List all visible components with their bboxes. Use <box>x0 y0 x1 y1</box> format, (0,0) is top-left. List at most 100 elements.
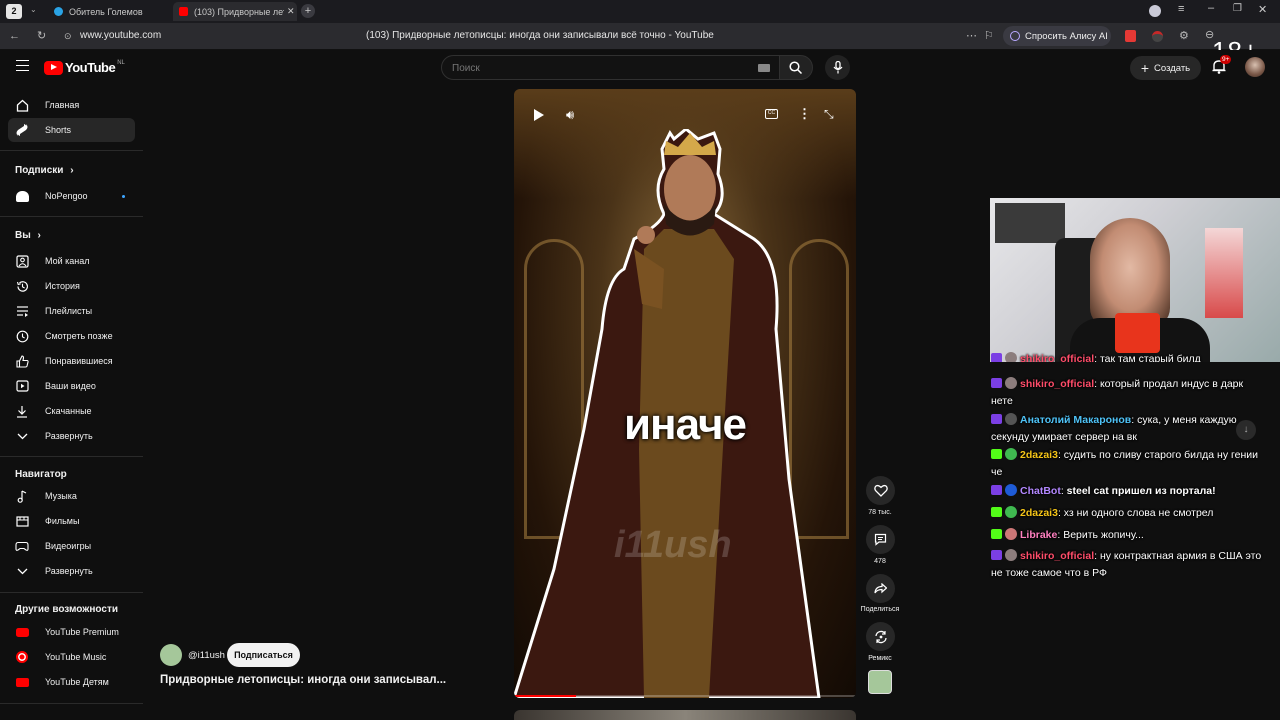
sidebar-item-home[interactable]: Главная <box>8 93 135 117</box>
sidebar-item-youtube-premium[interactable]: YouTube Premium <box>8 620 135 644</box>
extension-icon[interactable] <box>1125 30 1136 42</box>
short-title[interactable]: Придворные летописцы: иногда они записыв… <box>160 674 446 686</box>
menu-icon[interactable]: ≡ <box>1178 3 1184 15</box>
video-progress-fill <box>514 695 576 697</box>
tabs-dropdown-icon[interactable]: ⌄ <box>30 5 37 14</box>
share-button[interactable] <box>866 574 895 603</box>
next-short-preview[interactable] <box>514 710 856 720</box>
sidebar-divider <box>0 150 143 151</box>
maximize-icon[interactable]: ❐ <box>1233 3 1242 14</box>
close-icon[interactable]: ✕ <box>287 6 295 17</box>
sidebar-item-games[interactable]: Видеоигры <box>8 534 135 558</box>
remix-icon <box>874 630 887 643</box>
sidebar-item-expand[interactable]: Развернуть <box>8 424 135 448</box>
sidebar-item-label: Понравившиеся <box>45 356 113 366</box>
youtube-favicon-icon <box>179 7 188 16</box>
sidebar-item-label: Смотреть позже <box>45 331 113 341</box>
sidebar-item-label: Скачанные <box>45 406 92 416</box>
sidebar-item-label: Shorts <box>45 125 72 135</box>
sidebar-item-nopengoo[interactable]: NoPengoo <box>8 184 135 208</box>
microphone-icon <box>833 61 842 74</box>
chat-message: 2dazai3: судить по сливу старого билда н… <box>991 448 1258 478</box>
create-button[interactable]: + Создать <box>1130 56 1201 80</box>
extension-icon[interactable] <box>1152 31 1163 42</box>
sidebar-item-history[interactable]: История <box>8 274 135 298</box>
you-heading[interactable]: Вы › <box>15 230 41 241</box>
chat-message: 2dazai3: хз ни одного слова не смотрел <box>991 505 1266 522</box>
video-progress-bar[interactable] <box>514 695 856 697</box>
more-icon[interactable]: ⋯ <box>966 30 977 42</box>
sidebar-divider <box>0 592 143 593</box>
sidebar-item-films[interactable]: Фильмы <box>8 509 135 533</box>
volume-icon[interactable]: 🔊︎ <box>566 107 574 123</box>
tab-counter[interactable]: 2 <box>6 4 22 19</box>
sidebar-item-expand[interactable]: Развернуть <box>8 559 135 583</box>
sidebar-item-label: Видеоигры <box>45 541 92 551</box>
fullscreen-icon[interactable]: ⤡ <box>824 107 834 122</box>
youtube-logo[interactable]: YouTube NL <box>44 60 125 75</box>
tab-title: Обитель Големов <box>69 6 143 17</box>
tab-golems[interactable]: Обитель Големов <box>48 2 168 21</box>
gamepad-icon <box>15 539 29 553</box>
live-badge-icon <box>991 353 1002 362</box>
remix-button[interactable] <box>866 622 895 651</box>
search-button[interactable] <box>779 55 813 80</box>
profile-icon[interactable] <box>1149 5 1161 17</box>
chat-message: ChatBot: steel cat пришел из портала! <box>991 483 1266 500</box>
search-box[interactable] <box>441 55 781 80</box>
webcam-microphone <box>1115 313 1160 353</box>
chat-message: shikiro_official: который продал индус в… <box>991 377 1244 407</box>
sidebar-item-downloads[interactable]: Скачанные <box>8 399 135 423</box>
play-button[interactable] <box>534 109 544 121</box>
channel-handle[interactable]: @i11ush <box>188 650 225 661</box>
like-button[interactable] <box>866 476 895 505</box>
search-input[interactable] <box>452 61 742 75</box>
more-options-icon[interactable]: ⋮ <box>798 106 811 122</box>
account-avatar[interactable] <box>1245 57 1265 77</box>
live-badge-icon <box>991 414 1002 424</box>
chevron-down-icon <box>15 429 29 443</box>
share-label: Поделиться <box>860 606 900 613</box>
youtube-logo-text: YouTube <box>65 60 116 75</box>
new-tab-button[interactable]: + <box>301 4 315 18</box>
tab-youtube-active[interactable]: (103) Придворные лето… ✕ <box>173 2 297 21</box>
voice-search-button[interactable] <box>825 55 850 80</box>
webcam-person <box>1090 218 1170 328</box>
scroll-down-button[interactable]: ↓ <box>1236 420 1256 440</box>
puzzle-icon[interactable]: ⚙ <box>1179 30 1189 42</box>
history-icon <box>15 279 29 293</box>
clock-icon <box>15 329 29 343</box>
sidebar-item-watch-later[interactable]: Смотреть позже <box>8 324 135 348</box>
keyboard-icon[interactable] <box>758 64 770 72</box>
sidebar-item-your-videos[interactable]: Ваши видео <box>8 374 135 398</box>
subscriptions-heading[interactable]: Подписки › <box>15 165 74 176</box>
sidebar-item-liked[interactable]: Понравившиеся <box>8 349 135 373</box>
url-field[interactable]: www.youtube.com <box>80 30 161 41</box>
sidebar-item-my-channel[interactable]: Мой канал <box>8 249 135 273</box>
user-avatar <box>1005 506 1017 518</box>
back-icon[interactable]: ← <box>9 30 20 42</box>
sound-thumbnail[interactable] <box>868 670 892 694</box>
channel-avatar[interactable] <box>160 644 182 666</box>
sidebar-item-music[interactable]: Музыка <box>8 484 135 508</box>
close-window-icon[interactable]: ✕ <box>1258 3 1267 16</box>
hamburger-menu-icon[interactable] <box>16 60 29 71</box>
sidebar-item-playlists[interactable]: Плейлисты <box>8 299 135 323</box>
sidebar-item-youtube-music[interactable]: YouTube Music <box>8 645 135 669</box>
sidebar-item-youtube-kids[interactable]: YouTube Детям <box>8 670 135 694</box>
sidebar-divider <box>0 216 143 217</box>
sidebar-item-shorts[interactable]: Shorts <box>8 118 135 142</box>
bookmark-icon[interactable]: ⚐ <box>984 30 994 42</box>
remix-label: Ремикс <box>868 655 892 662</box>
subscribe-button[interactable]: Подписаться <box>227 643 300 667</box>
notifications-button[interactable]: 9+ <box>1212 55 1232 75</box>
short-video-player[interactable]: иначе i11ush 🔊︎ CC ⋮ ⤡ <box>514 89 856 698</box>
webcam-poster <box>1205 228 1243 318</box>
reload-icon[interactable]: ↻ <box>37 30 46 42</box>
minimize-icon[interactable]: – <box>1208 2 1214 14</box>
captions-icon[interactable]: CC <box>765 109 778 119</box>
ask-alice-button[interactable]: Спросить Алису AI <box>1003 26 1111 46</box>
chat-message: Анатолий Макаронов: сука, у меня каждую … <box>991 413 1237 443</box>
plus-icon: + <box>1140 60 1150 76</box>
comments-button[interactable] <box>866 525 895 554</box>
